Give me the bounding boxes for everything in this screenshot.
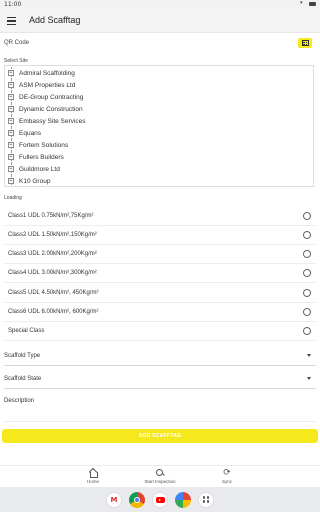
nav-sync[interactable]: ⟳ Sync [197, 468, 257, 484]
loading-option-label: Special Class [8, 328, 45, 334]
search-icon [155, 468, 165, 478]
app-bar: Add Scafftag [0, 9, 320, 33]
scaffold-state-label: Scaffold State [4, 375, 42, 382]
radio-button[interactable] [303, 308, 311, 316]
loading-option[interactable]: Class3 UDL 2.00kN/m²,200Kg/m² [4, 245, 316, 264]
scaffold-state-dropdown[interactable]: Scaffold State [4, 369, 316, 389]
nav-start-inspection[interactable]: Start Inspection [130, 468, 190, 484]
expand-icon[interactable]: + [5, 67, 19, 79]
site-item-label: DE-Group Contracting [19, 93, 84, 101]
radio-button[interactable] [303, 250, 311, 258]
site-item[interactable]: + Fortem Solutions [5, 139, 313, 151]
scaffold-type-dropdown[interactable]: Scaffold Type [4, 346, 316, 366]
qr-code-label: QR Code [4, 40, 30, 46]
expand-icon[interactable]: + [5, 79, 19, 91]
radio-button[interactable] [303, 269, 311, 277]
radio-button[interactable] [303, 327, 311, 335]
site-item[interactable]: + Fullers Builders [5, 151, 313, 163]
qr-code-icon [301, 40, 309, 46]
expand-icon[interactable]: + [5, 115, 19, 127]
description-input[interactable] [4, 408, 316, 422]
loading-option[interactable]: Class6 UDL 6.00kN/m², 600Kg/m² [4, 303, 316, 322]
loading-label: Loading [4, 195, 22, 201]
nav-sync-label: Sync [221, 479, 232, 484]
site-tree-list[interactable]: + Admiral Scaffolding + ASM Properties Ltd… [4, 65, 314, 187]
loading-option-label: Class3 UDL 2.00kN/m²,200Kg/m² [8, 251, 97, 257]
apps-icon[interactable] [198, 491, 214, 508]
gmail-icon[interactable]: M [106, 491, 122, 508]
home-icon [88, 468, 98, 478]
loading-option[interactable]: Class1 UDL 0.75kN/m²,75Kg/m² [4, 207, 316, 226]
site-item[interactable]: + Equans [5, 127, 313, 139]
expand-icon[interactable]: + [5, 127, 19, 139]
loading-option-label: Class6 UDL 6.00kN/m², 600Kg/m² [8, 309, 99, 315]
bottom-nav: Home Start Inspection ⟳ Sync [0, 465, 320, 487]
expand-icon[interactable]: + [5, 139, 19, 151]
page-title: Add Scafftag [29, 15, 81, 25]
site-item-label: Dynamic Construction [19, 105, 83, 113]
qr-scan-button[interactable] [298, 38, 312, 48]
sync-icon: ⟳ [223, 468, 231, 478]
select-site-label: Select Site [4, 58, 28, 64]
nav-start-inspection-label: Start Inspection [144, 479, 176, 484]
radio-button[interactable] [303, 212, 311, 220]
site-item-label: Fortem Solutions [19, 141, 69, 149]
menu-icon[interactable] [7, 17, 16, 25]
description-label: Description [4, 398, 35, 404]
site-item-label: Fullers Builders [19, 153, 64, 161]
battery-icon [309, 1, 316, 6]
loading-option-label: Class2 UDL 1.50kN/m²,150Kg/m² [8, 232, 97, 238]
site-item[interactable]: + ASM Properties Ltd [5, 79, 313, 91]
wifi-icon: ▾ [300, 0, 303, 6]
chevron-down-icon [307, 354, 311, 357]
loading-option-label: Class1 UDL 0.75kN/m²,75Kg/m² [8, 213, 94, 219]
loading-option-label: Class5 UDL 4.50kN/m², 450Kg/m² [8, 290, 99, 296]
chevron-down-icon [307, 377, 311, 380]
site-item[interactable]: + K10 Group [5, 175, 313, 186]
youtube-icon[interactable] [152, 491, 168, 508]
expand-icon[interactable]: + [5, 163, 19, 175]
site-item-label: Equans [19, 129, 42, 137]
nav-home[interactable]: Home [63, 468, 123, 484]
site-item-label: K10 Group [19, 177, 51, 185]
site-item[interactable]: + Admiral Scaffolding [5, 67, 313, 79]
expand-icon[interactable]: + [5, 91, 19, 103]
site-item[interactable]: + DE-Group Contracting [5, 91, 313, 103]
photos-icon[interactable] [175, 491, 191, 508]
site-item[interactable]: + Embassy Site Services [5, 115, 313, 127]
status-time: 11:00 [4, 1, 22, 8]
site-item-label: Guildmore Ltd [19, 165, 60, 173]
loading-option-label: Class4 UDL 3.00kN/m²,300Kg/m² [8, 270, 97, 276]
scaffold-type-label: Scaffold Type [4, 352, 41, 359]
loading-option[interactable]: Class4 UDL 3.00kN/m²,300Kg/m² [4, 264, 316, 283]
radio-button[interactable] [303, 289, 311, 297]
loading-option[interactable]: Class2 UDL 1.50kN/m²,150Kg/m² [4, 226, 316, 245]
site-item-label: Admiral Scaffolding [19, 69, 75, 77]
loading-option[interactable]: Special Class [4, 322, 316, 341]
expand-icon[interactable]: + [5, 103, 19, 115]
site-item-label: Embassy Site Services [19, 117, 86, 125]
nav-home-label: Home [86, 479, 99, 484]
site-item[interactable]: + Dynamic Construction [5, 103, 313, 115]
add-scafftag-button[interactable]: ADD SCAFFTAG [2, 429, 318, 443]
loading-option[interactable]: Class5 UDL 4.50kN/m², 450Kg/m² [4, 284, 316, 303]
chrome-icon[interactable] [129, 491, 145, 508]
site-item[interactable]: + Guildmore Ltd [5, 163, 313, 175]
expand-icon[interactable]: + [5, 151, 19, 163]
site-item-label: ASM Properties Ltd [19, 81, 76, 89]
expand-icon[interactable]: + [5, 175, 19, 186]
radio-button[interactable] [303, 231, 311, 239]
system-dock: M [0, 487, 320, 512]
status-icons: ▾ [300, 1, 316, 6]
status-bar: 11:00 ▾ [0, 0, 320, 9]
